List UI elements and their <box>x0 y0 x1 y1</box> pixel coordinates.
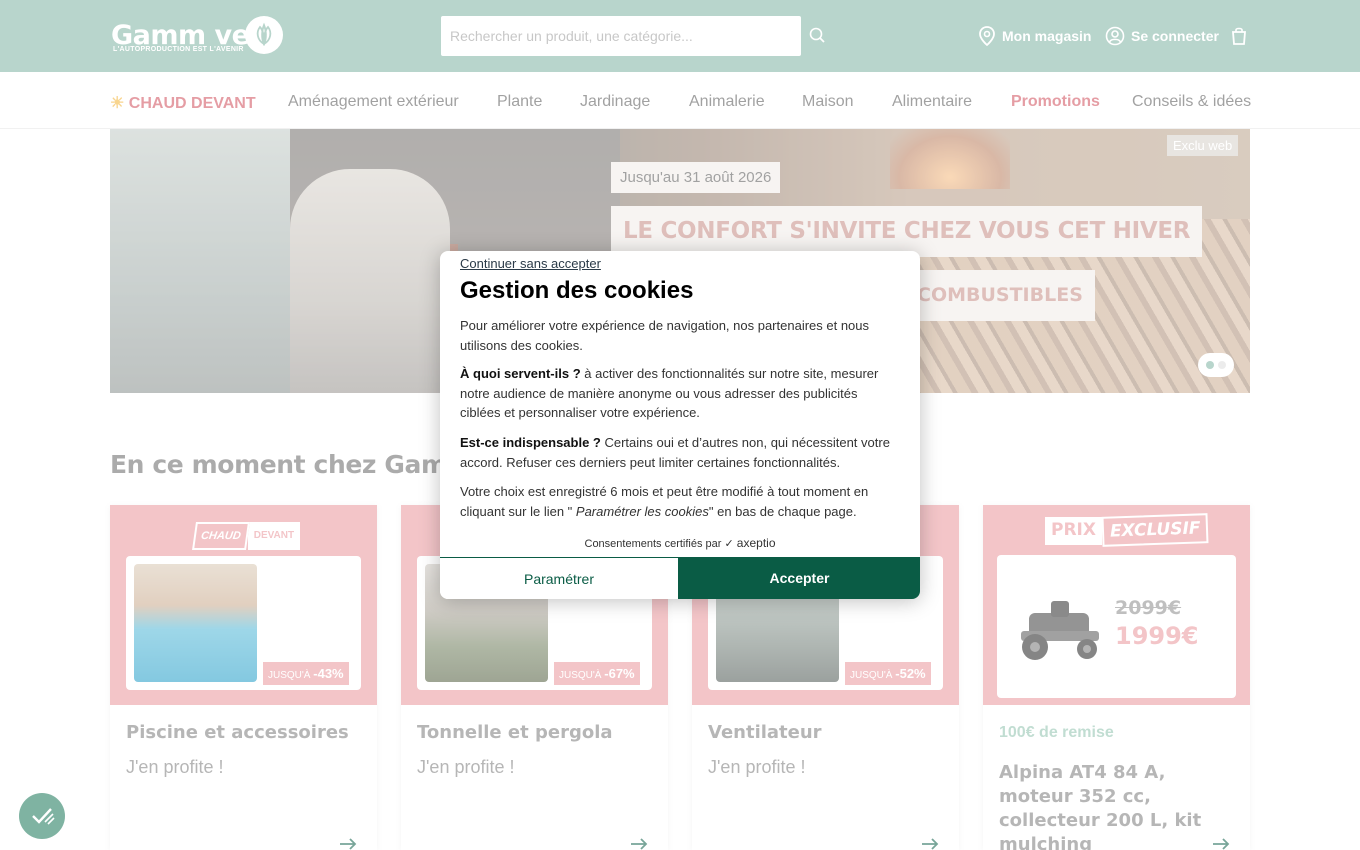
nav-item-chaud-devant[interactable]: ☀ CHAUD DEVANT <box>110 93 256 113</box>
cookie-modal: Continuer sans accepter Gestion des cook… <box>440 251 920 599</box>
site-logo[interactable]: Gamm vert L'AUTOPRODUCTION EST L'AVENIR <box>111 16 283 56</box>
nav-item-label: CHAUD DEVANT <box>128 95 256 112</box>
card-link[interactable]: J'en profite ! <box>417 757 515 778</box>
cookie-required-text: Est-ce indispensable ? Certains oui et d… <box>460 435 890 470</box>
cart-icon[interactable] <box>1229 26 1249 46</box>
cookie-intro-text: Pour améliorer votre expérience de navig… <box>460 318 870 353</box>
chaud-devant-logo: CHAUD DEVANT <box>192 522 301 550</box>
check-icon <box>32 808 55 825</box>
nav-item-promotions[interactable]: Promotions <box>1011 93 1100 111</box>
nav-item-maison[interactable]: Maison <box>802 93 854 111</box>
nav-item-amenagement[interactable]: Aménagement extérieur <box>288 93 459 111</box>
promo-card-piscine[interactable]: CHAUD DEVANT JUSQU'À -43% Piscine et acc… <box>110 505 377 850</box>
axeptio-check-icon: ✓ <box>724 538 734 550</box>
nav-item-jardinage[interactable]: Jardinage <box>580 93 650 111</box>
cookie-choice-text: Votre choix est enregistré 6 mois et peu… <box>460 484 869 519</box>
cookie-purpose-text: À quoi servent-ils ? à activer des fonct… <box>460 366 879 420</box>
product-title[interactable]: Alpina AT4 84 A, moteur 352 cc, collecte… <box>999 761 1239 850</box>
carousel-dot-active[interactable] <box>1206 361 1214 369</box>
store-label: Mon magasin <box>1002 28 1092 44</box>
card-visual: 2099€ 1999€ <box>997 555 1236 698</box>
cookie-accept-button[interactable]: Accepter <box>679 557 920 599</box>
certification-line: Consentements certifiés par ✓ axeptio <box>584 536 776 550</box>
card-title: Piscine et accessoires <box>126 722 349 743</box>
arrow-right-icon[interactable] <box>339 838 357 850</box>
card-title: Tonnelle et pergola <box>417 722 613 743</box>
card-title: Ventilateur <box>708 722 822 743</box>
old-price: 2099€ <box>1115 597 1182 619</box>
card-header: PRIX EXCLUSIF 2099€ 1999€ <box>983 505 1250 705</box>
cookie-modal-title: Gestion des cookies <box>460 277 694 304</box>
nav-item-plante[interactable]: Plante <box>497 93 542 111</box>
sun-icon: ☀ <box>110 95 125 112</box>
search-icon[interactable] <box>808 26 828 46</box>
cookie-settings-button[interactable]: Paramétrer <box>440 557 679 599</box>
card-link[interactable]: J'en profite ! <box>708 757 806 778</box>
continue-without-accepting-link[interactable]: Continuer sans accepter <box>460 256 601 271</box>
cookie-settings-link-text: Paramétrer les cookies <box>575 503 709 519</box>
prix-exclusif-logo: PRIX EXCLUSIF <box>1045 513 1209 547</box>
nav-item-animalerie[interactable]: Animalerie <box>689 93 765 111</box>
discount-badge: JUSQU'À -43% <box>263 662 349 685</box>
card-header: CHAUD DEVANT JUSQU'À -43% <box>110 505 377 705</box>
card-link[interactable]: J'en profite ! <box>126 757 224 778</box>
carousel-dot[interactable] <box>1218 361 1226 369</box>
arrow-right-icon[interactable] <box>1212 838 1230 850</box>
hero-date: Jusqu'au 31 août 2026 <box>611 162 781 193</box>
nav-item-alimentaire[interactable]: Alimentaire <box>892 93 972 111</box>
card-visual: JUSQU'À -43% <box>126 556 361 690</box>
store-link[interactable]: Mon magasin <box>978 24 1091 48</box>
cookie-consent-button[interactable] <box>19 793 65 839</box>
pool-image <box>134 564 257 682</box>
lawn-tractor-image <box>1021 601 1099 660</box>
discount-badge: JUSQU'À -67% <box>554 662 640 685</box>
leaf-icon <box>245 16 283 54</box>
product-card-alpina[interactable]: PRIX EXCLUSIF 2099€ 1999€ 100€ de remise… <box>983 505 1250 850</box>
location-pin-icon <box>979 26 995 46</box>
hero-subtitle: COMBUSTIBLES <box>905 270 1095 321</box>
nav-item-conseils[interactable]: Conseils & idées <box>1132 93 1251 111</box>
user-icon <box>1105 26 1125 46</box>
new-price: 1999€ <box>1115 622 1199 650</box>
login-label: Se connecter <box>1131 28 1219 44</box>
login-link[interactable]: Se connecter <box>1105 24 1219 48</box>
exclu-web-badge: Exclu web <box>1167 135 1239 156</box>
search-box <box>441 16 801 56</box>
discount-text: 100€ de remise <box>999 724 1114 741</box>
arrow-right-icon[interactable] <box>921 838 939 850</box>
search-input[interactable] <box>441 16 801 56</box>
logo-tagline: L'AUTOPRODUCTION EST L'AVENIR <box>113 46 244 53</box>
hero-title: LE CONFORT S'INVITE CHEZ VOUS CET HIVER <box>611 206 1203 257</box>
site-header: Gamm vert L'AUTOPRODUCTION EST L'AVENIR … <box>0 0 1360 72</box>
arrow-right-icon[interactable] <box>630 838 648 850</box>
discount-badge: JUSQU'À -52% <box>845 662 931 685</box>
carousel-dots <box>1198 353 1234 377</box>
main-nav: ☀ CHAUD DEVANT Aménagement extérieur Pla… <box>0 72 1360 129</box>
axeptio-brand: axeptio <box>736 536 776 550</box>
